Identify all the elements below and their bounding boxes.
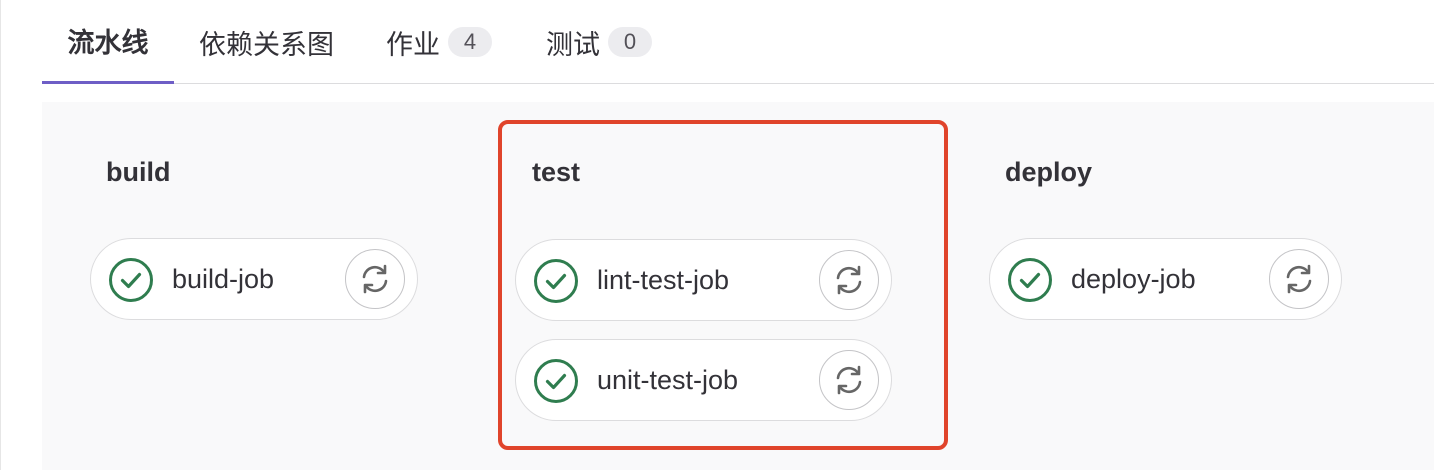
left-border: [0, 0, 1, 470]
job-name: build-job: [172, 264, 275, 294]
job-name: deploy-job: [1071, 264, 1196, 294]
retry-button[interactable]: [345, 249, 405, 309]
retry-button[interactable]: [1269, 249, 1329, 309]
tab-tests-label: 测试: [546, 29, 600, 60]
retry-button[interactable]: [819, 350, 879, 410]
job-build-job[interactable]: build-job: [90, 238, 418, 320]
tab-jobs[interactable]: 作业 4: [386, 0, 492, 84]
retry-icon: [836, 265, 862, 295]
retry-button[interactable]: [819, 250, 879, 310]
tab-pipeline[interactable]: 流水线: [42, 0, 174, 84]
tab-tests[interactable]: 测试 0: [546, 0, 652, 84]
check-circle-icon: [109, 258, 153, 302]
tab-jobs-label: 作业: [386, 29, 440, 60]
stage-title-deploy: deploy: [1005, 157, 1093, 187]
tab-dag[interactable]: 依赖关系图: [199, 0, 334, 84]
job-name: unit-test-job: [597, 365, 739, 395]
check-circle-icon: [534, 259, 578, 303]
job-name: lint-test-job: [597, 265, 730, 295]
retry-icon: [362, 264, 388, 294]
pipeline-graph: build build-job test lint-test-job unit-…: [42, 102, 1434, 470]
job-lint-test-job[interactable]: lint-test-job: [515, 239, 892, 321]
jobs-count-badge: 4: [448, 27, 492, 57]
tab-dag-label: 依赖关系图: [199, 29, 334, 60]
tests-count-badge: 0: [608, 27, 652, 57]
job-deploy-job[interactable]: deploy-job: [989, 238, 1342, 320]
job-unit-test-job[interactable]: unit-test-job: [515, 339, 892, 421]
pipeline-tabs: 流水线 依赖关系图 作业 4 测试 0: [42, 0, 1434, 84]
tab-pipeline-label: 流水线: [67, 28, 149, 58]
retry-icon: [1286, 264, 1312, 294]
check-circle-icon: [1008, 258, 1052, 302]
stage-title-test: test: [532, 157, 581, 187]
check-circle-icon: [534, 359, 578, 403]
retry-icon: [836, 365, 862, 395]
stage-title-build: build: [106, 157, 171, 187]
